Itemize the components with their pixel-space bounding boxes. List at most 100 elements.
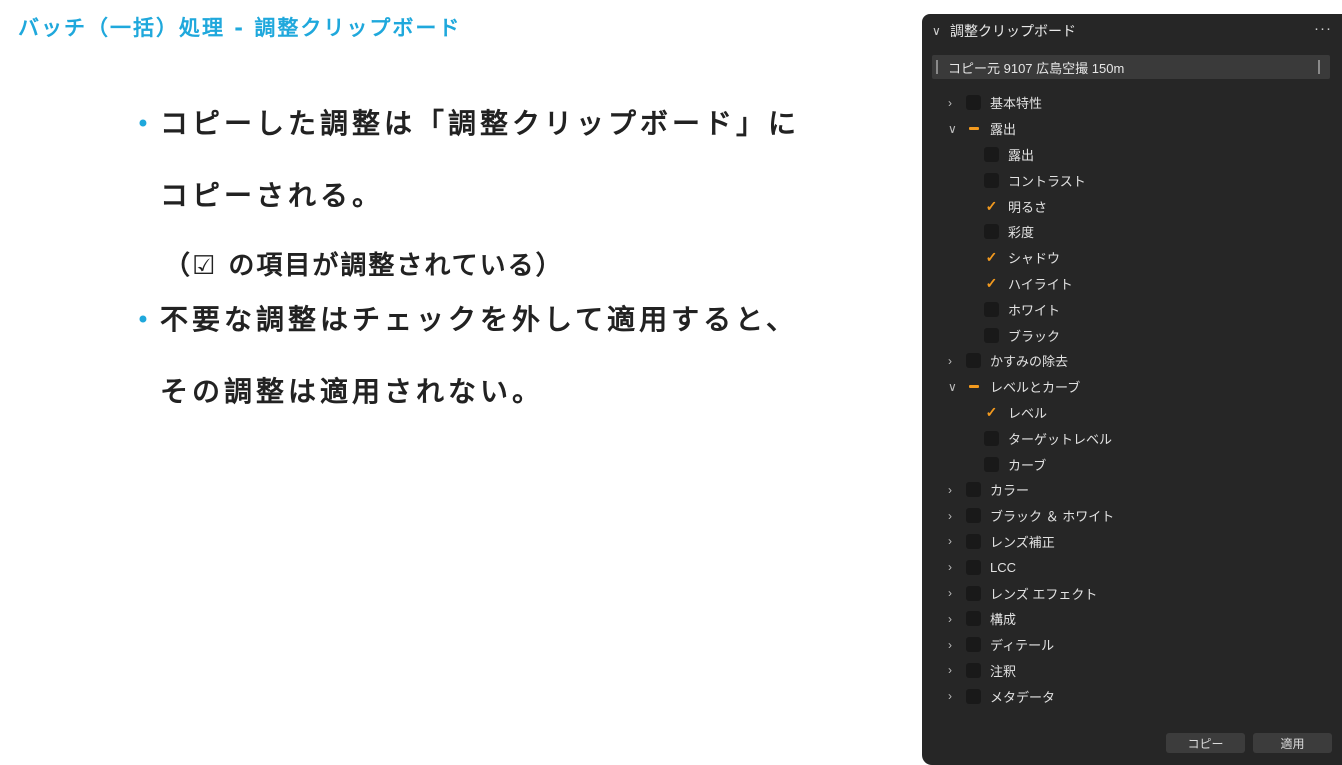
adjustment-item-row[interactable]: ✓ レベル xyxy=(922,400,1342,426)
checkbox[interactable]: ✓ xyxy=(984,274,999,291)
panel-header[interactable]: ∨ 調整クリップボード ··· xyxy=(922,14,1342,48)
chevron-down-icon[interactable]: ∨ xyxy=(948,380,966,394)
adjustment-label: ブラック ＆ ホワイト xyxy=(990,509,1115,525)
checkbox[interactable]: ✓ xyxy=(984,198,999,214)
checkmark-icon: ✓ xyxy=(985,249,998,266)
adjustment-group-row[interactable]: ›✓ レンズ エフェクト xyxy=(922,580,1342,606)
adjustment-label: 基本特性 xyxy=(990,96,1043,112)
button-bar: コピー 適用 xyxy=(1166,733,1332,753)
bullet-list: • コピーした調整は「調整クリップボード」に コピーされる。 （☑ の項目が調整… xyxy=(126,98,846,418)
chevron-right-icon[interactable]: › xyxy=(948,638,966,652)
checkbox[interactable]: ✓ xyxy=(966,353,981,369)
adjustment-group-row[interactable]: ›✓ レンズ補正 xyxy=(922,529,1342,555)
bullet-dot-icon: • xyxy=(135,306,151,334)
checkbox[interactable]: ✓ xyxy=(984,250,999,265)
checkbox[interactable]: ✓ xyxy=(984,301,999,317)
checkbox[interactable]: ✓ xyxy=(966,585,981,601)
adjustment-label: 注釈 xyxy=(990,663,1017,679)
chevron-right-icon[interactable]: › xyxy=(948,612,966,626)
bullet-text: コピーした調整は「調整クリップボード」に コピーされる。 xyxy=(160,98,800,222)
adjustment-item-row[interactable]: ✓ ターゲットレベル xyxy=(922,425,1342,451)
adjustment-group-row[interactable]: ›✓ ディテール xyxy=(922,632,1342,658)
adjustment-group-row[interactable]: ›✓ 基本特性 xyxy=(922,90,1342,116)
adjustment-label: コントラスト xyxy=(1008,173,1086,189)
chevron-right-icon[interactable]: › xyxy=(948,96,966,110)
adjustment-label: ターゲットレベル xyxy=(1008,431,1113,447)
adjustment-label: レンズ補正 xyxy=(990,534,1055,550)
chevron-right-icon[interactable]: › xyxy=(948,534,966,548)
chevron-right-icon[interactable]: › xyxy=(948,509,966,523)
adjustment-group-row[interactable]: ›✓ ブラック ＆ ホワイト xyxy=(922,503,1342,529)
adjustment-label: 露出 xyxy=(1008,147,1035,163)
checkbox[interactable]: ✓ xyxy=(966,482,981,498)
checkbox[interactable]: ✓ xyxy=(966,611,981,627)
adjustment-label: 彩度 xyxy=(1008,225,1035,241)
adjustment-item-row[interactable]: ✓ シャドウ xyxy=(922,245,1342,271)
checkbox[interactable]: ✓ xyxy=(984,430,999,446)
adjustment-item-row[interactable]: ✓ 明るさ xyxy=(922,193,1342,219)
apply-button[interactable]: 適用 xyxy=(1253,733,1332,753)
adjustment-group-row[interactable]: ›✓ カラー xyxy=(922,477,1342,503)
bullet-text: 不要な調整はチェックを外して適用すると、 その調整は適用されない。 xyxy=(160,294,798,418)
adjustment-group-row[interactable]: ›✓ 注釈 xyxy=(922,658,1342,684)
checkbox[interactable]: ✓ xyxy=(966,508,981,524)
adjustment-label: LCC xyxy=(990,559,1017,575)
bullet-line: コピーした調整は「調整クリップボード」に xyxy=(160,107,801,140)
adjustment-item-row[interactable]: ✓ 露出 xyxy=(922,142,1342,168)
checkmark-icon: ✓ xyxy=(985,403,998,420)
adjustment-label: ディテール xyxy=(990,638,1055,654)
checkbox[interactable]: ✓ xyxy=(984,456,999,472)
chevron-right-icon[interactable]: › xyxy=(948,560,966,574)
checkbox[interactable]: ✓ xyxy=(966,95,981,111)
chevron-right-icon[interactable]: › xyxy=(948,663,966,677)
adjustment-label: カラー xyxy=(990,483,1030,499)
field-edge xyxy=(936,60,938,74)
bullet-line: 不要な調整はチェックを外して適用すると、 xyxy=(160,303,799,336)
checkbox[interactable]: ✓ xyxy=(984,224,999,240)
bullet-line: コピーされる。 xyxy=(160,179,385,212)
checkbox[interactable]: ✓ xyxy=(966,662,981,678)
adjustment-group-row[interactable]: ›✓ LCC xyxy=(922,554,1342,580)
checkbox[interactable]: ✓ xyxy=(984,327,999,343)
indeterminate-icon xyxy=(968,127,979,131)
adjustment-item-row[interactable]: ✓ コントラスト xyxy=(922,167,1342,193)
chevron-right-icon[interactable]: › xyxy=(948,483,966,497)
adjustment-item-row[interactable]: ✓ カーブ xyxy=(922,451,1342,477)
adjustment-label: 構成 xyxy=(990,612,1017,628)
more-icon[interactable]: ··· xyxy=(1314,20,1332,37)
chevron-right-icon[interactable]: › xyxy=(948,354,966,368)
checkmark-icon: ✓ xyxy=(985,274,998,291)
checkbox[interactable]: ✓ xyxy=(966,121,981,136)
chevron-right-icon[interactable]: › xyxy=(948,689,966,703)
adjustment-item-row[interactable]: ✓ ハイライト xyxy=(922,271,1342,297)
adjustment-group-row[interactable]: ∨✓ レベルとカーブ xyxy=(922,374,1342,400)
checkbox[interactable]: ✓ xyxy=(984,403,999,420)
adjustment-item-row[interactable]: ✓ 彩度 xyxy=(922,219,1342,245)
adjustment-group-row[interactable]: ∨✓ 露出 xyxy=(922,116,1342,142)
adjustment-group-row[interactable]: ›✓ メタデータ xyxy=(922,683,1342,709)
checkbox[interactable]: ✓ xyxy=(966,379,981,394)
adjustment-item-row[interactable]: ✓ ブラック xyxy=(922,322,1342,348)
chevron-right-icon[interactable]: › xyxy=(948,586,966,600)
bullet-line: その調整は適用されない。 xyxy=(160,375,545,408)
checkbox[interactable]: ✓ xyxy=(966,533,981,549)
copy-button[interactable]: コピー xyxy=(1166,733,1245,753)
checkbox[interactable]: ✓ xyxy=(984,146,999,162)
checkbox[interactable]: ✓ xyxy=(966,559,981,575)
chevron-down-icon[interactable]: ∨ xyxy=(932,24,944,38)
checkbox[interactable]: ✓ xyxy=(966,637,981,653)
indeterminate-icon xyxy=(968,385,979,389)
adjustment-group-row[interactable]: ›✓ 構成 xyxy=(922,606,1342,632)
checkbox[interactable]: ✓ xyxy=(984,172,999,188)
adjustment-item-row[interactable]: ✓ ホワイト xyxy=(922,296,1342,322)
adjustment-label: ハイライト xyxy=(1008,276,1073,292)
chevron-down-icon[interactable]: ∨ xyxy=(948,122,966,136)
adjustment-label: レンズ エフェクト xyxy=(990,586,1098,602)
slide-title: バッチ（一括）処理 - 調整クリップボード xyxy=(18,16,462,40)
adjustment-tree: ›✓基本特性∨✓露出✓露出✓コントラスト✓明るさ✓彩度✓シャドウ✓ハイライト✓ホ… xyxy=(922,90,1342,709)
adjustment-group-row[interactable]: ›✓ かすみの除去 xyxy=(922,348,1342,374)
adjustment-label: カーブ xyxy=(1008,457,1047,473)
adjustment-label: 明るさ xyxy=(1008,199,1048,215)
bullet-dot-icon: • xyxy=(135,110,151,138)
checkbox[interactable]: ✓ xyxy=(966,688,981,704)
